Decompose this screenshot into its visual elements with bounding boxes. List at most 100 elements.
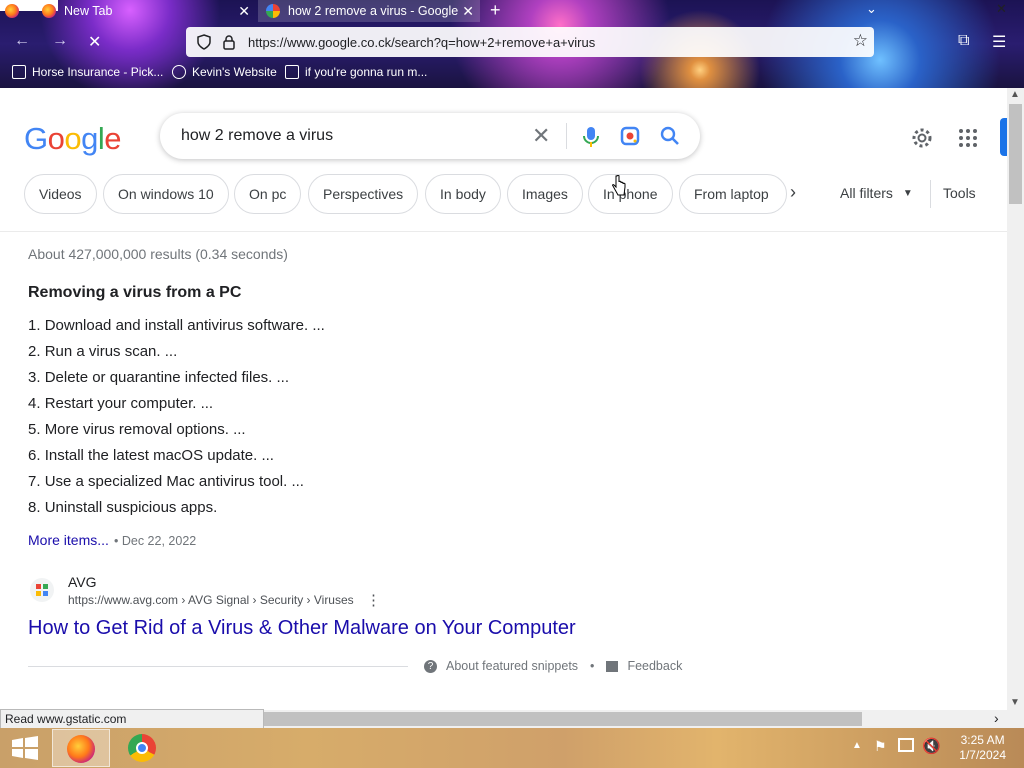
chip-in-body[interactable]: In body: [425, 174, 501, 214]
windows-start-icon[interactable]: [11, 736, 39, 760]
chevron-right-icon[interactable]: ›: [790, 182, 796, 203]
close-tab-icon[interactable]: ✕: [462, 3, 474, 20]
close-tab-icon[interactable]: ✕: [238, 3, 250, 20]
header-divider: [0, 231, 1007, 232]
scrollbar-thumb[interactable]: [264, 712, 862, 726]
google-icon: [266, 4, 280, 18]
feedback-icon: [606, 660, 619, 672]
windows-taskbar: ▲ ⚑ 🔇 3:25 AM 1/7/2024: [0, 728, 1024, 768]
search-icon[interactable]: [660, 126, 680, 146]
chip-on-pc[interactable]: On pc: [234, 174, 302, 214]
taskbar-chrome-button[interactable]: [118, 729, 168, 767]
snippet-date: • Dec 22, 2022: [114, 534, 197, 548]
filter-chips: Videos On windows 10 On pc Perspectives …: [24, 174, 1007, 214]
search-box[interactable]: how 2 remove a virus ✕: [160, 113, 700, 159]
clear-icon[interactable]: ✕: [532, 123, 550, 149]
tools-button[interactable]: Tools: [943, 185, 976, 201]
search-results-page: Google how 2 remove a virus ✕ Videos On …: [0, 88, 1007, 710]
list-item: 3. Delete or quarantine infected files. …: [28, 369, 289, 386]
chip-perspectives[interactable]: Perspectives: [308, 174, 419, 214]
tab-new-tab[interactable]: New Tab ✕: [34, 0, 256, 22]
avg-favicon[interactable]: [30, 578, 54, 602]
system-clock[interactable]: 3:25 AM 1/7/2024: [959, 733, 1006, 763]
clock-time: 3:25 AM: [960, 733, 1005, 747]
tab-label: New Tab: [64, 4, 113, 18]
microphone-icon[interactable]: [582, 126, 600, 148]
action-center-flag-icon[interactable]: ⚑: [874, 738, 887, 755]
tab-google-search[interactable]: how 2 remove a virus - Google ✕: [258, 0, 480, 22]
source-name[interactable]: AVG: [68, 574, 97, 590]
settings-gear-icon[interactable]: [910, 126, 934, 150]
browser-chrome: New Tab ✕ how 2 remove a virus - Google …: [0, 0, 1024, 88]
more-items-link[interactable]: More items...: [28, 532, 109, 548]
tab-list-icon[interactable]: ⌄: [866, 1, 877, 17]
forward-icon[interactable]: →: [52, 32, 68, 50]
list-item: 1. Download and install antivirus softwa…: [28, 317, 325, 334]
scroll-right-arrow-icon[interactable]: ›: [994, 710, 999, 726]
source-cite[interactable]: https://www.avg.com › AVG Signal › Secur…: [68, 593, 354, 607]
bookmark-star-icon[interactable]: ☆: [853, 31, 868, 51]
list-item: 2. Run a virus scan. ...: [28, 343, 178, 360]
scrollbar-thumb[interactable]: [1009, 104, 1022, 204]
firefox-icon: [5, 4, 19, 18]
caret-down-icon: ▼: [902, 187, 913, 199]
all-filters-button[interactable]: All filters ▼: [840, 185, 913, 201]
about-featured-snippets-link[interactable]: About featured snippets: [446, 659, 578, 673]
scroll-down-arrow-icon[interactable]: ▼: [1010, 697, 1020, 708]
url-text[interactable]: https://www.google.co.ck/search?q=how+2+…: [248, 35, 595, 50]
network-icon[interactable]: [898, 738, 914, 752]
shield-icon[interactable]: [196, 34, 212, 50]
more-options-icon[interactable]: ⋮: [366, 591, 381, 609]
extensions-icon[interactable]: ⧉: [958, 32, 969, 50]
snippet-list: 1. Download and install antivirus softwa…: [28, 316, 325, 524]
menu-icon[interactable]: ☰: [992, 32, 1006, 52]
volume-muted-icon[interactable]: 🔇: [922, 737, 941, 755]
snippet-heading: Removing a virus from a PC: [28, 284, 242, 301]
firefox-icon: [42, 4, 56, 18]
separator-dot: •: [590, 659, 595, 673]
scroll-up-arrow-icon[interactable]: ▲: [1010, 89, 1020, 100]
tab-label: how 2 remove a virus - Google: [288, 4, 459, 18]
lock-icon[interactable]: [222, 34, 236, 50]
show-hidden-icons-icon[interactable]: ▲: [852, 740, 862, 751]
search-input[interactable]: how 2 remove a virus: [181, 127, 333, 145]
snippet-footer: ? About featured snippets • Feedback: [424, 659, 682, 673]
chrome-icon-center: [136, 742, 148, 754]
status-bar: Read www.gstatic.com: [0, 709, 264, 729]
chip-images[interactable]: Images: [507, 174, 583, 214]
back-icon[interactable]: ←: [14, 32, 30, 50]
chip-from-laptop[interactable]: From laptop: [679, 174, 787, 214]
help-icon: ?: [424, 659, 437, 673]
lens-icon[interactable]: [620, 126, 640, 146]
address-bar[interactable]: https://www.google.co.ck/search?q=how+2+…: [186, 27, 874, 57]
feedback-link[interactable]: Feedback: [627, 659, 682, 673]
google-logo[interactable]: Google: [24, 121, 122, 157]
stop-loading-icon[interactable]: ✕: [88, 32, 101, 52]
list-item: 6. Install the latest macOS update. ...: [28, 447, 274, 464]
apps-grid-icon[interactable]: [958, 128, 978, 148]
chip-videos[interactable]: Videos: [24, 174, 97, 214]
divider: [566, 123, 567, 149]
bookmark-page-icon: [285, 65, 299, 79]
bookmark-item[interactable]: if you're gonna run m...: [285, 65, 427, 79]
bookmarks-toolbar: Horse Insurance - Pick... Kevin's Websit…: [0, 61, 1024, 85]
list-item: 7. Use a specialized Mac antivirus tool.…: [28, 473, 304, 490]
new-tab-button[interactable]: +: [490, 0, 501, 20]
chip-on-windows-10[interactable]: On windows 10: [103, 174, 229, 214]
result-title-link[interactable]: How to Get Rid of a Virus & Other Malwar…: [28, 617, 576, 640]
sign-in-button[interactable]: [1000, 118, 1007, 156]
list-item: 4. Restart your computer. ...: [28, 395, 214, 412]
divider: [930, 180, 931, 208]
tab-firefox-menu[interactable]: [0, 0, 32, 22]
taskbar-firefox-button[interactable]: [52, 729, 110, 767]
close-window-icon[interactable]: ✕: [996, 1, 1007, 17]
clock-date: 1/7/2024: [959, 748, 1006, 762]
bookmark-item[interactable]: Kevin's Website: [172, 65, 277, 79]
list-item: 8. Uninstall suspicious apps.: [28, 499, 218, 516]
bookmark-item[interactable]: Horse Insurance - Pick...: [12, 65, 163, 79]
bookmark-page-icon: [12, 65, 26, 79]
chip-in-phone[interactable]: In phone: [588, 174, 673, 214]
bookmark-label: if you're gonna run m...: [305, 65, 428, 79]
result-stats: About 427,000,000 results (0.34 seconds): [28, 246, 288, 262]
all-filters-label: All filters: [840, 185, 893, 201]
